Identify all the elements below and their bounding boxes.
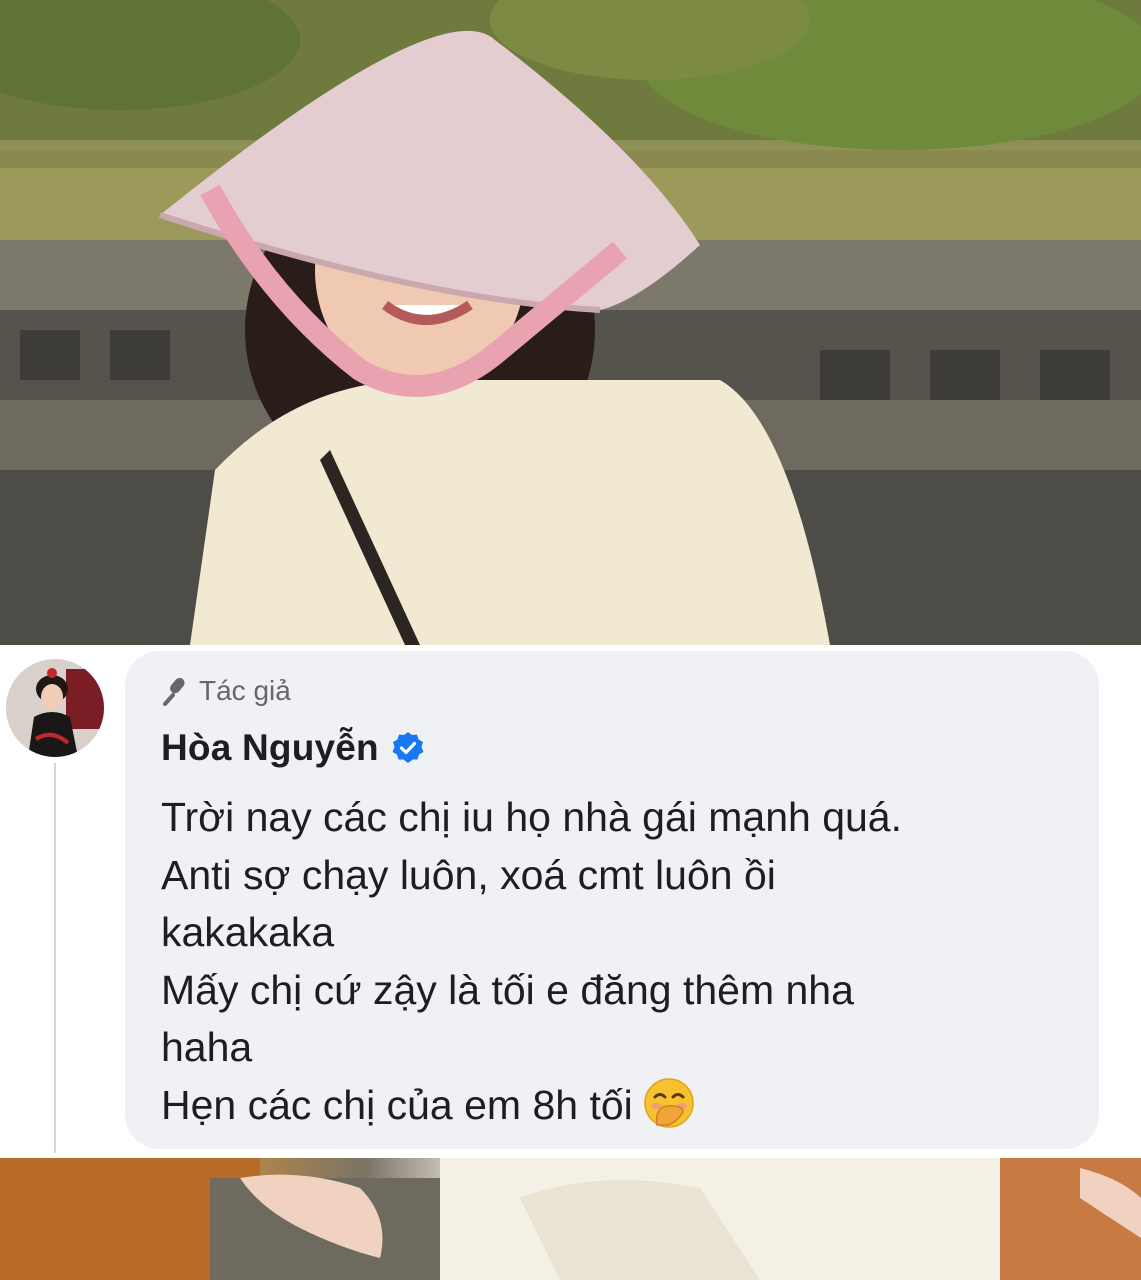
photo-scene-bottom xyxy=(0,1158,1141,1280)
comment-line: Trời nay các chị iu họ nhà gái mạnh quá. xyxy=(161,794,903,840)
verified-badge-icon xyxy=(391,731,425,765)
comment-line: Anti sợ chạy luôn, xoá cmt luôn ồi xyxy=(161,851,776,898)
comment-line: Hẹn các chị của em 8h tối xyxy=(161,1081,633,1128)
comment-text: Trời nay các chị iu họ nhà gái mạnh quá.… xyxy=(161,789,1091,1134)
comment-line: kakakaka xyxy=(161,909,335,955)
comment: Tác giả Hòa Nguyễn Trời nay các chị iu h… xyxy=(0,645,1141,1158)
author-name[interactable]: Hòa Nguyễn xyxy=(161,727,379,769)
author-badge: Tác giả xyxy=(161,675,291,707)
comment-line: Mấy chị cứ zậy là tối e đăng thêm nha xyxy=(161,966,854,1013)
microphone-icon xyxy=(161,676,191,706)
author-badge-label: Tác giả xyxy=(199,675,291,706)
comment-line: haha xyxy=(161,1024,253,1070)
photo-scene xyxy=(0,0,1141,645)
avatar-image xyxy=(6,659,104,757)
post-photo-top[interactable] xyxy=(0,0,1141,645)
thread-line xyxy=(54,763,56,1153)
author-row: Hòa Nguyễn xyxy=(161,727,425,769)
face-with-hand-over-mouth-icon xyxy=(643,1077,695,1129)
comment-line-last: Hẹn các chị của em 8h tối xyxy=(161,1077,1091,1135)
post-photo-bottom[interactable] xyxy=(0,1158,1141,1280)
comment-bubble[interactable]: Tác giả Hòa Nguyễn Trời nay các chị iu h… xyxy=(125,651,1099,1149)
author-avatar[interactable] xyxy=(6,659,104,757)
